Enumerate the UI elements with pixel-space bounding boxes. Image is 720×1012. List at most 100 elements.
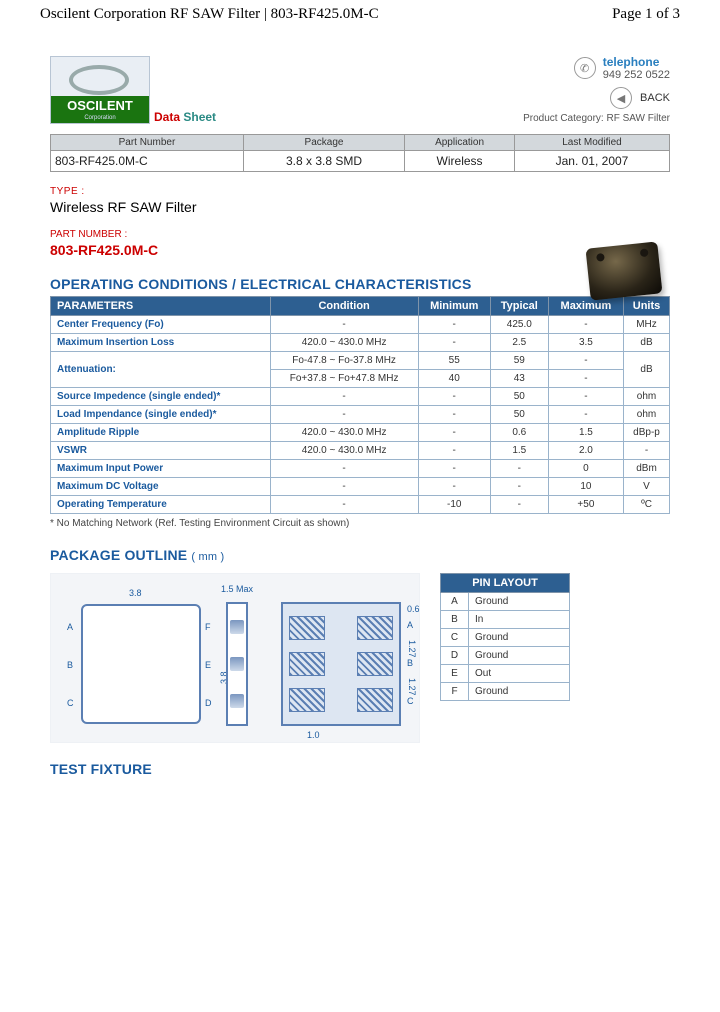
product-photo	[585, 241, 662, 300]
pin-function: Ground	[469, 593, 570, 611]
spec-cell: -	[270, 406, 418, 424]
spec-unit: dBm	[624, 460, 670, 478]
dim-pad-w: 1.0	[307, 730, 320, 740]
spec-header: Typical	[490, 297, 548, 316]
spec-unit: MHz	[624, 316, 670, 334]
spec-cell: 420.0 ~ 430.0 MHz	[270, 424, 418, 442]
dim-pitch1: 1.27	[407, 640, 417, 658]
pin-letter: D	[441, 647, 469, 665]
logo-name: OSCILENT	[51, 96, 149, 115]
spec-row: Amplitude Ripple420.0 ~ 430.0 MHz-0.61.5…	[51, 424, 670, 442]
back-label[interactable]: BACK	[640, 92, 670, 104]
pin-row: FGround	[441, 683, 570, 701]
spec-cell: 420.0 ~ 430.0 MHz	[270, 334, 418, 352]
pin-row: EOut	[441, 665, 570, 683]
summary-header: Last Modified	[514, 135, 669, 151]
spec-cell: 1.5	[548, 424, 623, 442]
spec-cell: 59	[490, 352, 548, 370]
spec-unit: V	[624, 478, 670, 496]
spec-cell: 10	[548, 478, 623, 496]
spec-unit: ºC	[624, 496, 670, 514]
pin-letter: A	[441, 593, 469, 611]
spec-cell: 2.5	[490, 334, 548, 352]
spec-row: Center Frequency (Fo)--425.0-MHz	[51, 316, 670, 334]
spec-cell: 55	[418, 352, 490, 370]
type-label: TYPE :	[50, 186, 670, 197]
pin-function: Ground	[469, 629, 570, 647]
dim-pad-h: 0.6	[407, 604, 420, 614]
spec-cell: -	[418, 334, 490, 352]
spec-cell: -	[270, 388, 418, 406]
spec-param: Operating Temperature	[51, 496, 271, 514]
spec-cell: +50	[548, 496, 623, 514]
pin-letter: B	[441, 611, 469, 629]
spec-cell: 1.5	[490, 442, 548, 460]
spec-param: Center Frequency (Fo)	[51, 316, 271, 334]
spec-header: PARAMETERS	[51, 297, 271, 316]
pin-row: CGround	[441, 629, 570, 647]
part-number-value: 803-RF425.0M-C	[50, 242, 670, 258]
section-operating: OPERATING CONDITIONS / ELECTRICAL CHARAC…	[50, 276, 670, 292]
dim-width: 3.8	[129, 588, 142, 598]
summary-part-number: 803-RF425.0M-C	[51, 151, 244, 172]
pin-function: Out	[469, 665, 570, 683]
spec-cell: 420.0 ~ 430.0 MHz	[270, 442, 418, 460]
contact-block: ✆ telephone 949 252 0522 ◀ BACK Product …	[523, 55, 670, 124]
telephone-icon: ✆	[574, 57, 596, 79]
pin-function: Ground	[469, 647, 570, 665]
spec-cell: -	[490, 460, 548, 478]
spec-cell: -	[418, 424, 490, 442]
summary-package: 3.8 x 3.8 SMD	[243, 151, 404, 172]
type-value: Wireless RF SAW Filter	[50, 199, 670, 215]
spec-unit: ohm	[624, 406, 670, 424]
summary-header: Package	[243, 135, 404, 151]
pin-layout-header: PIN LAYOUT	[441, 574, 570, 593]
spec-param: Maximum Input Power	[51, 460, 271, 478]
pin-layout-table: PIN LAYOUT AGroundBInCGroundDGroundEOutF…	[440, 573, 570, 701]
summary-header: Part Number	[51, 135, 244, 151]
spec-cell: 425.0	[490, 316, 548, 334]
spec-cell: -	[490, 478, 548, 496]
spec-cell: 3.5	[548, 334, 623, 352]
spec-cell: -	[548, 370, 623, 388]
spec-cell: -	[418, 442, 490, 460]
company-logo: OSCILENT Corporation	[50, 56, 150, 124]
spec-cell: 43	[490, 370, 548, 388]
page-header: Oscilent Corporation RF SAW Filter | 803…	[0, 0, 720, 25]
product-category-value: RF SAW Filter	[606, 113, 670, 124]
spec-param: Load Impendance (single ended)*	[51, 406, 271, 424]
pin-function: Ground	[469, 683, 570, 701]
spec-cell: 40	[418, 370, 490, 388]
spec-unit: dB	[624, 352, 670, 388]
spec-param: Source Impedence (single ended)*	[51, 388, 271, 406]
spec-row: Operating Temperature--10-+50ºC	[51, 496, 670, 514]
spec-cell: 50	[490, 406, 548, 424]
spec-cell: -	[548, 316, 623, 334]
spec-cell: -	[418, 406, 490, 424]
spec-cell: 2.0	[548, 442, 623, 460]
spec-footnote: * No Matching Network (Ref. Testing Envi…	[50, 518, 670, 529]
spec-cell: -	[548, 388, 623, 406]
spec-row: Maximum Input Power---0dBm	[51, 460, 670, 478]
pin-function: In	[469, 611, 570, 629]
logo-block: OSCILENT Corporation Data Sheet	[50, 56, 216, 124]
pin-letter: F	[441, 683, 469, 701]
spec-row: VSWR420.0 ~ 430.0 MHz-1.52.0-	[51, 442, 670, 460]
spec-param: Maximum Insertion Loss	[51, 334, 271, 352]
phone-label: telephone	[603, 55, 660, 69]
spec-cell: -10	[418, 496, 490, 514]
pin-row: BIn	[441, 611, 570, 629]
part-number-label: PART NUMBER :	[50, 229, 670, 240]
spec-param: Maximum DC Voltage	[51, 478, 271, 496]
back-icon[interactable]: ◀	[610, 87, 632, 109]
product-category-label: Product Category:	[523, 113, 604, 124]
logo-sub: Corporation	[51, 115, 149, 123]
spec-table: PARAMETERS Condition Minimum Typical Max…	[50, 296, 670, 514]
summary-table: Part Number Package Application Last Mod…	[50, 134, 670, 172]
summary-application: Wireless	[405, 151, 515, 172]
spec-cell: -	[270, 460, 418, 478]
spec-header: Minimum	[418, 297, 490, 316]
spec-cell: -	[418, 460, 490, 478]
spec-cell: -	[548, 406, 623, 424]
spec-header: Condition	[270, 297, 418, 316]
